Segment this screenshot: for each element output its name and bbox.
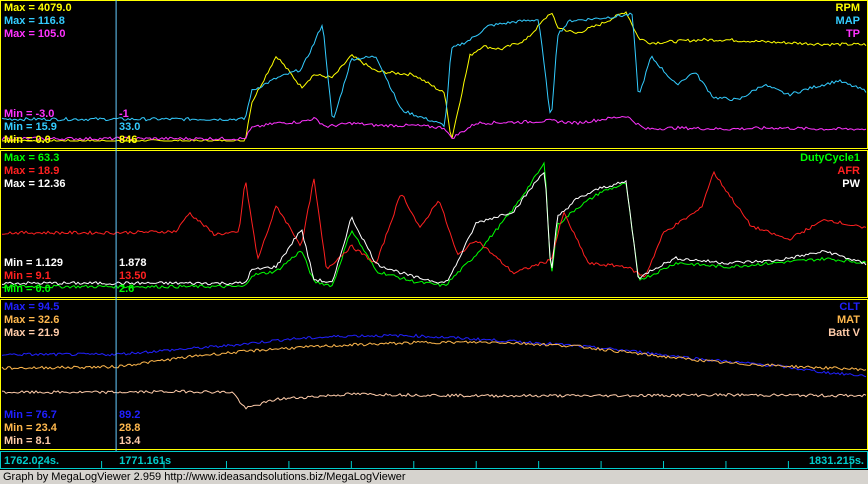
legend-mat: MAT — [837, 314, 860, 326]
legend-batt-v: Batt V — [828, 327, 860, 339]
cursor-value: 13.4 — [119, 435, 141, 447]
footer-credit: Graph by MegaLogViewer 2.959 http://www.… — [0, 470, 868, 484]
legend-map: MAP — [836, 15, 860, 27]
max-label: Max = 116.8 — [4, 15, 65, 27]
cursor-value: 89.2 — [119, 409, 140, 421]
legend-pw: PW — [842, 178, 860, 190]
cursor-value: -1 — [119, 108, 129, 120]
max-label: Max = 105.0 — [4, 28, 65, 40]
chart-canvas[interactable]: RPM Max = 4079.0 MAP Max = 116.8 TP Max = 105… — [0, 0, 868, 484]
min-label: Min = 15.9 — [4, 121, 57, 133]
min-label: Min = 1.129 — [4, 257, 63, 269]
axis-cursor-label: 1771.161s — [119, 455, 171, 467]
min-label: Min = 76.7 — [4, 409, 57, 421]
cursor-value: 846 — [119, 134, 137, 146]
min-label: Min = -3.0 — [4, 108, 54, 120]
min-label: Min = 0.0 — [4, 283, 51, 295]
min-label: Min = 8.1 — [4, 435, 51, 447]
min-label: Min = 23.4 — [4, 422, 58, 434]
cursor-value: 2.6 — [119, 283, 134, 295]
legend-dutycycle1: DutyCycle1 — [800, 152, 860, 164]
max-label: Max = 12.36 — [4, 178, 65, 190]
max-label: Max = 94.5 — [4, 301, 59, 313]
max-label: Max = 18.9 — [4, 165, 59, 177]
cursor-value: 33.0 — [119, 121, 140, 133]
max-label: Max = 32.6 — [4, 314, 59, 326]
legend-afr: AFR — [837, 165, 860, 177]
axis-start-label: 1762.024s. — [4, 455, 59, 467]
max-label: Max = 4079.0 — [4, 2, 72, 14]
min-label: Min = 0.0 — [4, 134, 51, 146]
legend-clt: CLT — [839, 301, 860, 313]
max-label: Max = 63.3 — [4, 152, 59, 164]
cursor-value: 13.50 — [119, 270, 147, 282]
legend-tp: TP — [846, 28, 860, 40]
cursor-value: 1.878 — [119, 257, 147, 269]
cursor-value: 28.8 — [119, 422, 140, 434]
plot-background — [0, 0, 868, 470]
max-label: Max = 21.9 — [4, 327, 59, 339]
legend-rpm: RPM — [836, 2, 860, 14]
axis-end-label: 1831.215s. — [809, 455, 864, 467]
min-label: Min = 9.1 — [4, 270, 51, 282]
